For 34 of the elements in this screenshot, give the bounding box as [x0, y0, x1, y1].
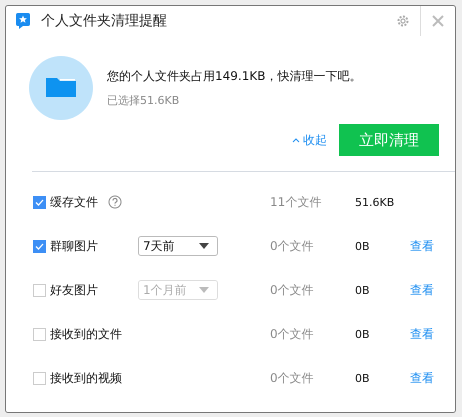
folder-icon: [29, 56, 93, 120]
file-count: 0个文件: [270, 326, 315, 342]
checkbox[interactable]: [33, 196, 46, 208]
caret-icon: [199, 287, 209, 293]
item-label: 接收到的视频: [50, 370, 122, 386]
star-logo-icon: [15, 12, 31, 30]
file-size: 0B: [355, 240, 371, 252]
help-icon[interactable]: [108, 195, 122, 209]
period-dropdown[interactable]: 7天前: [138, 236, 218, 256]
item-label: 缓存文件: [50, 194, 98, 210]
view-link[interactable]: 查看: [410, 326, 434, 342]
window-title: 个人文件夹清理提醒: [41, 12, 167, 30]
item-label: 接收到的文件: [50, 326, 122, 342]
view-link[interactable]: 查看: [410, 370, 434, 386]
file-count: 11个文件: [270, 194, 322, 210]
selected-size: 已选择51.6KB: [107, 93, 180, 108]
clean-now-button[interactable]: 立即清理: [339, 124, 439, 156]
file-count: 0个文件: [270, 238, 315, 254]
file-size: 0B: [355, 284, 371, 296]
view-link[interactable]: 查看: [410, 238, 434, 254]
checkbox[interactable]: [33, 240, 46, 252]
collapse-link[interactable]: 收起: [292, 132, 327, 148]
item-label: 好友图片: [50, 282, 98, 298]
file-count: 0个文件: [270, 282, 315, 298]
caret-icon: [199, 243, 209, 249]
usage-message: 您的个人文件夹占用149.1KB，快清理一下吧。: [107, 68, 362, 85]
file-size: 0B: [355, 372, 371, 384]
chevron-up-icon: [292, 137, 300, 143]
file-size: 0B: [355, 328, 371, 340]
checkbox[interactable]: [33, 372, 46, 384]
item-label: 群聊图片: [50, 238, 98, 254]
checkbox[interactable]: [33, 328, 46, 340]
file-count: 0个文件: [270, 370, 315, 386]
file-size: 51.6KB: [355, 196, 396, 208]
